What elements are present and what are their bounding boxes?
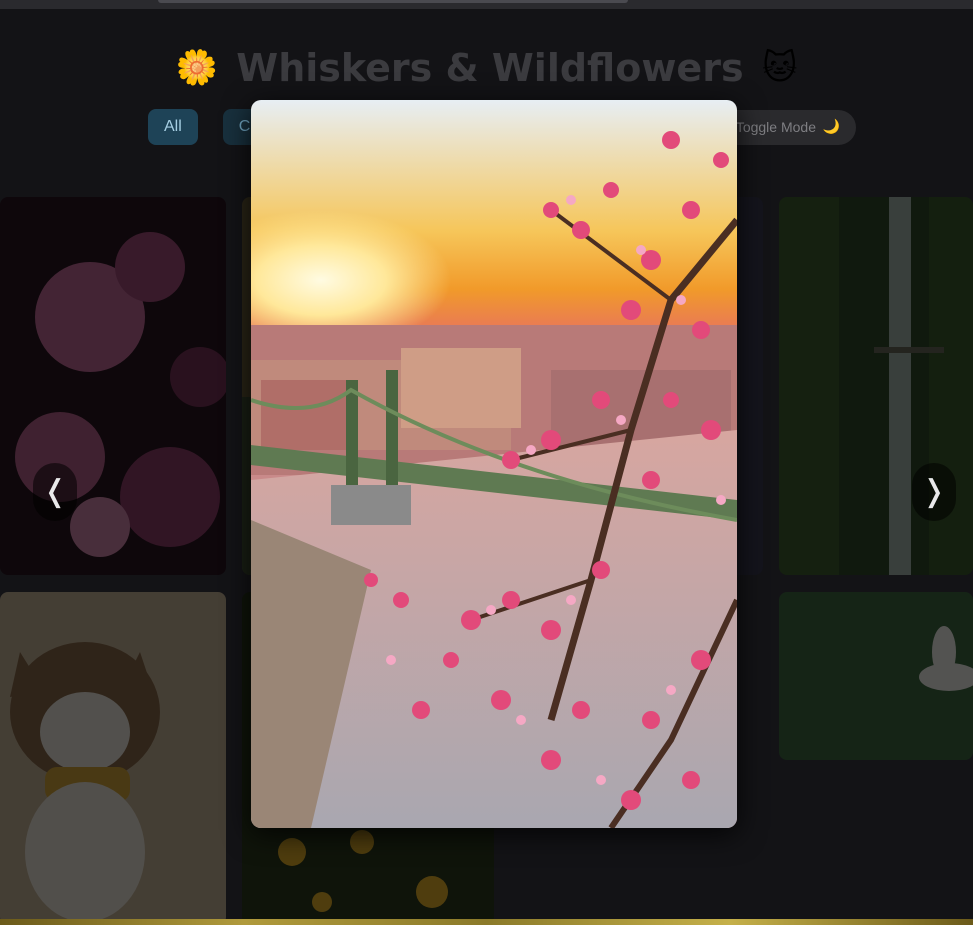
gallery-card-cat[interactable] [0, 592, 226, 925]
gallery-card-pink-flowers[interactable] [0, 197, 226, 575]
white-lily-image [779, 592, 973, 760]
lightbox-modal[interactable] [251, 100, 737, 828]
browser-top-bar [0, 0, 973, 9]
next-image-button[interactable]: ❭ [912, 463, 956, 521]
smiling-cat-image [0, 592, 226, 925]
filter-all-button[interactable]: All [148, 109, 198, 145]
filter-bar: All C [148, 109, 267, 145]
prev-image-button[interactable]: ❬ [33, 463, 77, 521]
page-title-text: Whiskers & Wildflowers [236, 46, 744, 90]
flower-icon: 🌼 [175, 48, 218, 88]
pink-flowers-image [0, 197, 226, 575]
cat-icon: 🐱 [762, 48, 798, 88]
moon-icon: 🌙 [822, 119, 840, 135]
page-title: 🌼 Whiskers & Wildflowers 🐱 [0, 46, 973, 90]
toggle-mode-label: Toggle Mode [735, 119, 816, 135]
gallery-card-lily[interactable] [779, 592, 973, 760]
horizontal-scroll-thumb[interactable] [158, 0, 628, 3]
lightbox-image-sunset-bridge [251, 100, 737, 828]
bottom-image-strip [0, 919, 973, 925]
